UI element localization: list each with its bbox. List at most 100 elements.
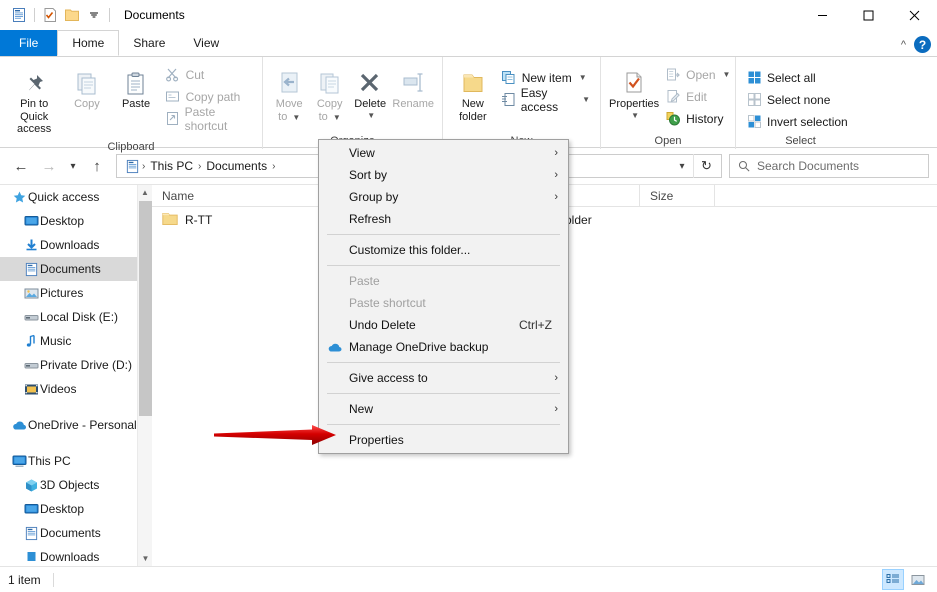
- menu-item-view[interactable]: View ›: [319, 142, 568, 164]
- maximize-button[interactable]: [845, 0, 891, 30]
- quick-access-dropdown-icon[interactable]: [83, 4, 105, 26]
- move-to-button[interactable]: Move to ▼: [269, 61, 309, 126]
- sidebar-label-documents: Documents: [40, 262, 101, 276]
- tab-share[interactable]: Share: [119, 30, 179, 56]
- new-folder-button[interactable]: New folder: [449, 61, 497, 126]
- sidebar-item-desktop[interactable]: Desktop: [0, 209, 152, 233]
- edit-label: Edit: [686, 89, 707, 104]
- menu-item-sort-by[interactable]: Sort by ›: [319, 164, 568, 186]
- sidebar-item-documents-2[interactable]: Documents: [0, 521, 152, 545]
- sidebar-item-quick-access[interactable]: Quick access: [0, 185, 152, 209]
- pin-to-quick-access-button[interactable]: Pin to Quick access: [6, 61, 62, 139]
- menu-item-undo-delete[interactable]: Undo Delete Ctrl+Z: [319, 314, 568, 336]
- menu-item-give-access-to[interactable]: Give access to ›: [319, 367, 568, 389]
- ribbon-group-select: Select all Select none Invert selection …: [735, 57, 865, 149]
- select-all-label: Select all: [767, 70, 816, 85]
- properties-caret-icon[interactable]: ▼: [631, 111, 639, 120]
- history-button[interactable]: History: [661, 108, 734, 129]
- move-to-icon: [275, 64, 303, 98]
- sidebar-item-3d-objects[interactable]: 3D Objects: [0, 473, 152, 497]
- paste-shortcut-button[interactable]: Paste shortcut: [161, 105, 256, 133]
- new-item-caret-icon[interactable]: ▼: [579, 73, 587, 82]
- sidebar-scrollbar[interactable]: ▲ ▼: [137, 185, 152, 566]
- arrow-right-icon[interactable]: →: [36, 153, 62, 179]
- scroll-down-chevron-icon[interactable]: ▼: [138, 551, 152, 566]
- large-icons-view-icon[interactable]: [907, 569, 929, 590]
- breadcrumb-item-documents[interactable]: Documents: [201, 159, 272, 173]
- edit-button[interactable]: Edit: [661, 86, 734, 107]
- chevron-up-icon[interactable]: ^: [901, 39, 906, 51]
- sidebar-item-desktop-2[interactable]: Desktop: [0, 497, 152, 521]
- menu-label-properties: Properties: [349, 433, 404, 447]
- arrow-up-icon[interactable]: ↑: [84, 153, 110, 179]
- copy-to-button[interactable]: Copy to ▼: [309, 61, 349, 126]
- sidebar-item-private-drive-d[interactable]: Private Drive (D:): [0, 353, 152, 377]
- tab-home[interactable]: Home: [57, 30, 120, 56]
- open-caret-icon[interactable]: ▼: [723, 70, 731, 79]
- context-menu: View › Sort by › Group by › Refresh Cust…: [318, 139, 569, 454]
- tab-view[interactable]: View: [179, 30, 233, 56]
- refresh-icon[interactable]: ↻: [693, 154, 719, 178]
- properties-button[interactable]: Properties ▼: [607, 61, 661, 123]
- menu-item-new[interactable]: New ›: [319, 398, 568, 420]
- sidebar-item-music[interactable]: Music: [0, 329, 152, 353]
- open-button[interactable]: Open ▼: [661, 64, 734, 85]
- select-all-button[interactable]: Select all: [742, 67, 852, 88]
- cut-button[interactable]: Cut: [161, 64, 256, 85]
- sidebar-item-this-pc[interactable]: This PC: [0, 449, 152, 473]
- search-input[interactable]: Search Documents: [729, 154, 929, 178]
- scrollbar-thumb[interactable]: [139, 201, 152, 416]
- invert-selection-button[interactable]: Invert selection: [742, 111, 852, 132]
- ribbon-group-open: Properties ▼ Open ▼ Edit History Open: [600, 57, 735, 149]
- address-dropdown-chevron-down-icon[interactable]: ▾: [671, 161, 693, 172]
- details-view-icon[interactable]: [882, 569, 904, 590]
- delete-caret-icon[interactable]: ▼: [367, 111, 375, 120]
- sidebar-label-pictures: Pictures: [40, 286, 84, 300]
- menu-item-properties[interactable]: Properties: [319, 429, 568, 451]
- tab-file[interactable]: File: [0, 30, 58, 56]
- menu-item-manage-onedrive-backup[interactable]: Manage OneDrive backup: [319, 336, 568, 358]
- sidebar-item-local-disk-e[interactable]: Local Disk (E:): [0, 305, 152, 329]
- sidebar-item-documents[interactable]: Documents: [0, 257, 152, 281]
- scroll-up-chevron-icon[interactable]: ▲: [138, 185, 152, 200]
- paste-button[interactable]: Paste: [111, 61, 160, 114]
- column-header-size[interactable]: Size: [639, 184, 714, 207]
- minimize-button[interactable]: [799, 0, 845, 30]
- folder-icon[interactable]: [61, 4, 83, 26]
- breadcrumb-sep-2[interactable]: ›: [272, 161, 275, 172]
- help-icon[interactable]: ?: [914, 36, 931, 53]
- sidebar-item-videos[interactable]: Videos: [0, 377, 152, 401]
- sidebar-item-downloads[interactable]: Downloads: [0, 233, 152, 257]
- sidebar-label-onedrive-personal: OneDrive - Personal: [28, 418, 137, 432]
- sidebar-item-onedrive-personal[interactable]: OneDrive - Personal: [0, 413, 152, 437]
- copy-button[interactable]: Copy: [62, 61, 111, 114]
- menu-item-refresh[interactable]: Refresh: [319, 208, 568, 230]
- arrow-left-icon[interactable]: ←: [8, 153, 34, 179]
- properties-icon[interactable]: [39, 4, 61, 26]
- sidebar-item-downloads-2[interactable]: Downloads: [0, 545, 152, 566]
- sidebar-label-this-pc: This PC: [28, 454, 71, 468]
- sidebar-item-pictures[interactable]: Pictures: [0, 281, 152, 305]
- menu-separator-4: [327, 393, 560, 394]
- rename-button[interactable]: Rename: [390, 61, 436, 114]
- menu-item-group-by[interactable]: Group by ›: [319, 186, 568, 208]
- easy-access-label: Easy access: [520, 85, 559, 114]
- submenu-chevron-right-icon-2: ›: [554, 169, 558, 181]
- easy-access-caret-icon[interactable]: ▼: [582, 95, 590, 104]
- documents-icon[interactable]: [8, 4, 30, 26]
- recent-locations-chevron-down-icon[interactable]: ▾: [64, 153, 82, 179]
- pictures-icon: [22, 284, 40, 302]
- menu-item-customize-this-folder[interactable]: Customize this folder...: [319, 239, 568, 261]
- close-button[interactable]: [891, 0, 937, 30]
- menu-separator-1: [327, 234, 560, 235]
- delete-button[interactable]: Delete ▼: [350, 61, 390, 123]
- sidebar-label-videos: Videos: [40, 382, 77, 396]
- select-none-button[interactable]: Select none: [742, 89, 852, 110]
- select-none-icon: [746, 92, 762, 108]
- drive-icon: [22, 308, 40, 326]
- breadcrumb-item-this-pc[interactable]: This PC: [145, 159, 198, 173]
- sidebar-label-private-drive-d: Private Drive (D:): [40, 358, 133, 372]
- easy-access-button[interactable]: Easy access ▼: [497, 86, 594, 114]
- menu-label-sort-by: Sort by: [349, 168, 388, 182]
